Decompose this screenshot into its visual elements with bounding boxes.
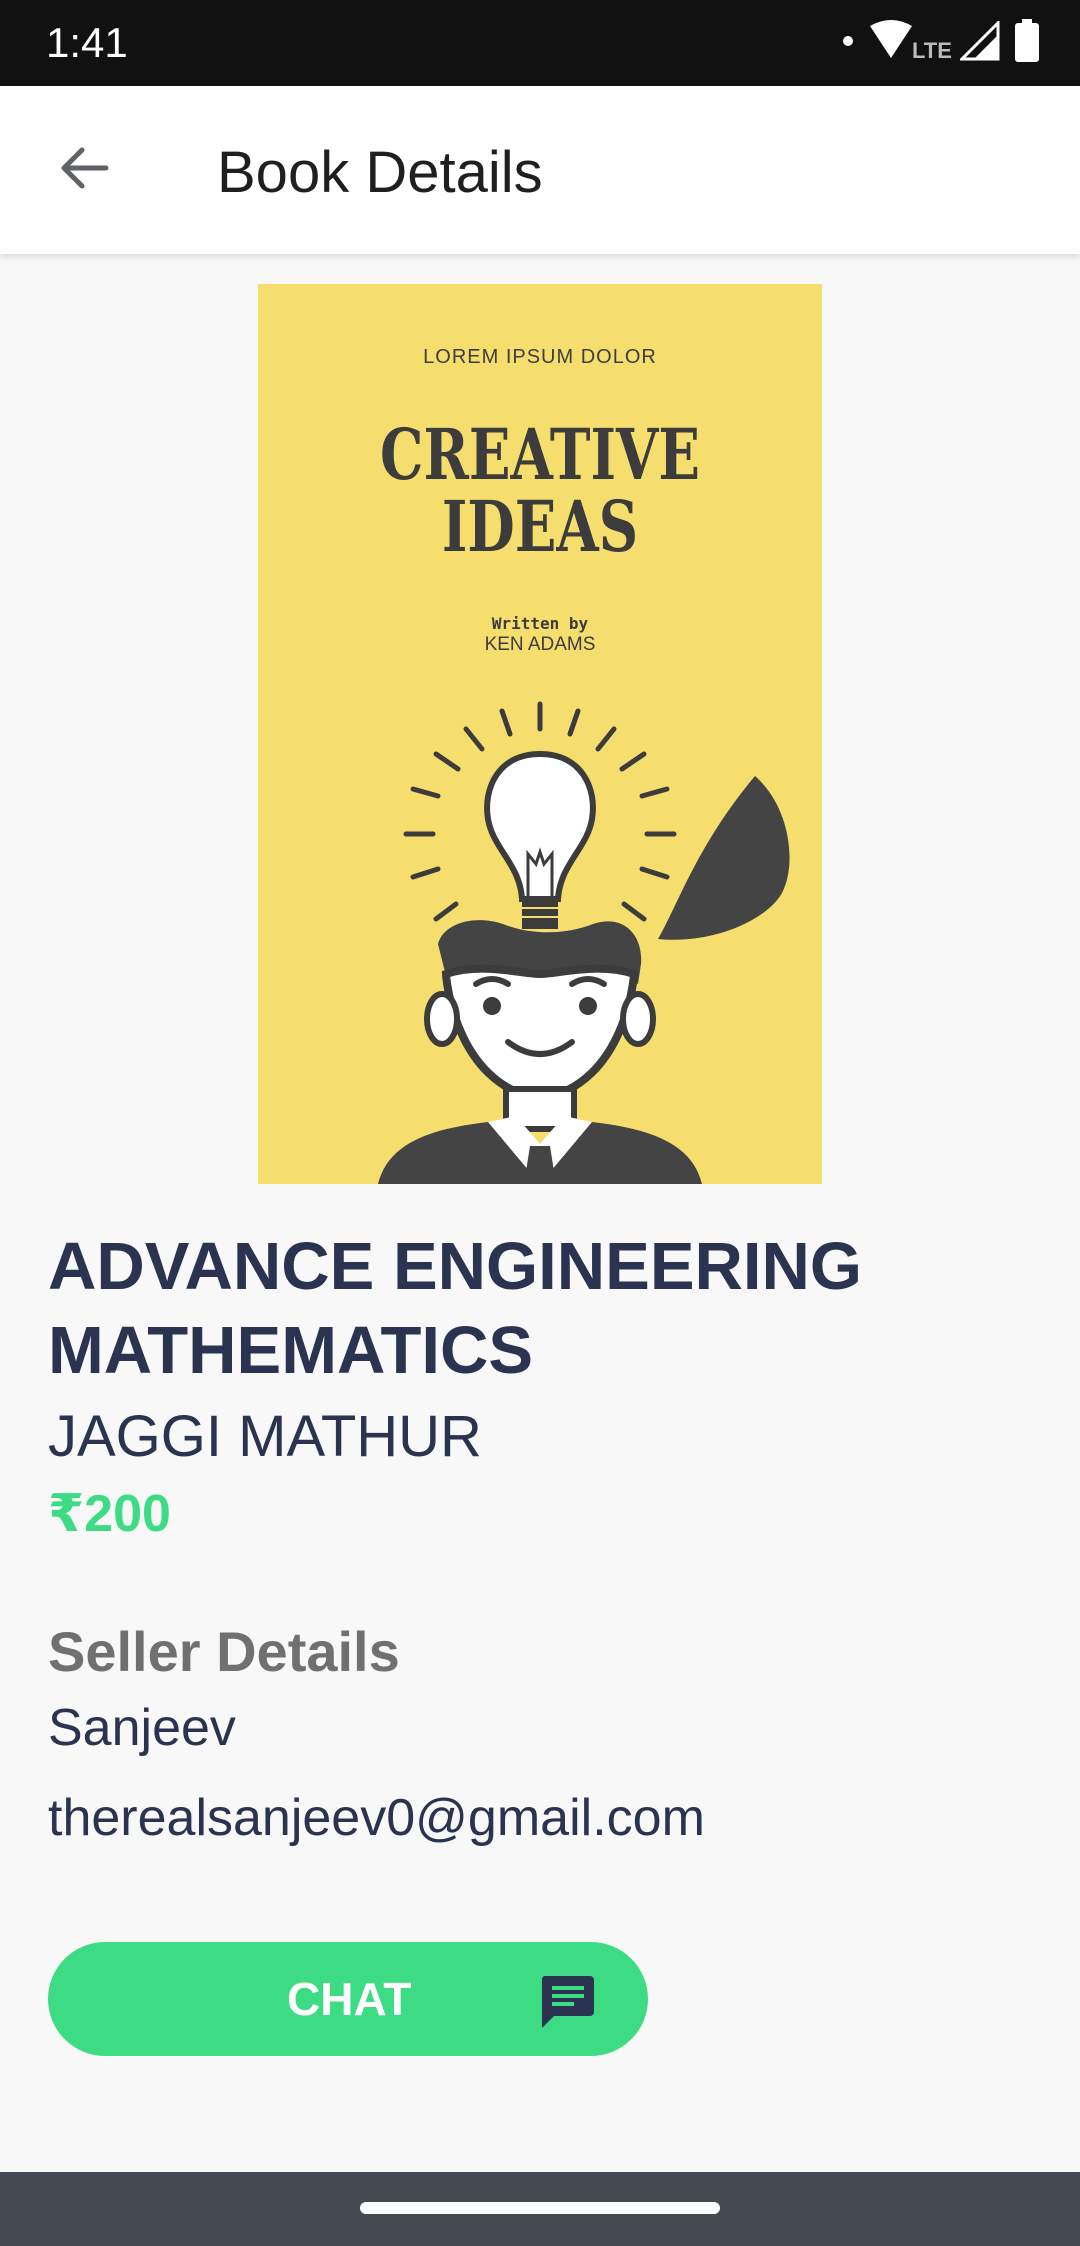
page-title: Book Details [217, 140, 543, 205]
notification-dot-icon [842, 34, 854, 52]
status-icons: LTE [842, 18, 1040, 68]
chat-button-label: CHAT [287, 1973, 412, 2025]
seller-name: Sanjeev [48, 1699, 236, 1757]
book-price: ₹200 [48, 1485, 171, 1543]
signal-icon [958, 18, 1000, 66]
cover-illustration [378, 701, 790, 1184]
status-time: 1:41 [46, 19, 128, 66]
home-gesture-handle[interactable] [360, 2202, 720, 2214]
book-title: ADVANCE ENGINEERING MATHEMATICS [48, 1229, 863, 1388]
chat-button[interactable]: CHAT [48, 1942, 648, 2056]
battery-icon [1014, 18, 1040, 68]
network-type-label: LTE [912, 38, 952, 63]
status-bar: 1:41 LTE [0, 0, 1080, 86]
arrow-left-icon [56, 144, 112, 197]
back-button[interactable] [36, 128, 132, 212]
book-cover-image: LOREM IPSUM DOLOR CREATIVE IDEAS Written… [258, 284, 822, 1184]
chat-message-icon [538, 1972, 596, 2030]
app-bar: Book Details [0, 86, 1080, 254]
book-author: JAGGI MATHUR [48, 1404, 482, 1469]
seller-details-heading: Seller Details [48, 1620, 400, 1683]
seller-email: therealsanjeev0@gmail.com [48, 1789, 705, 1847]
wifi-icon: LTE [868, 20, 952, 66]
system-navigation-bar [0, 2172, 1080, 2246]
